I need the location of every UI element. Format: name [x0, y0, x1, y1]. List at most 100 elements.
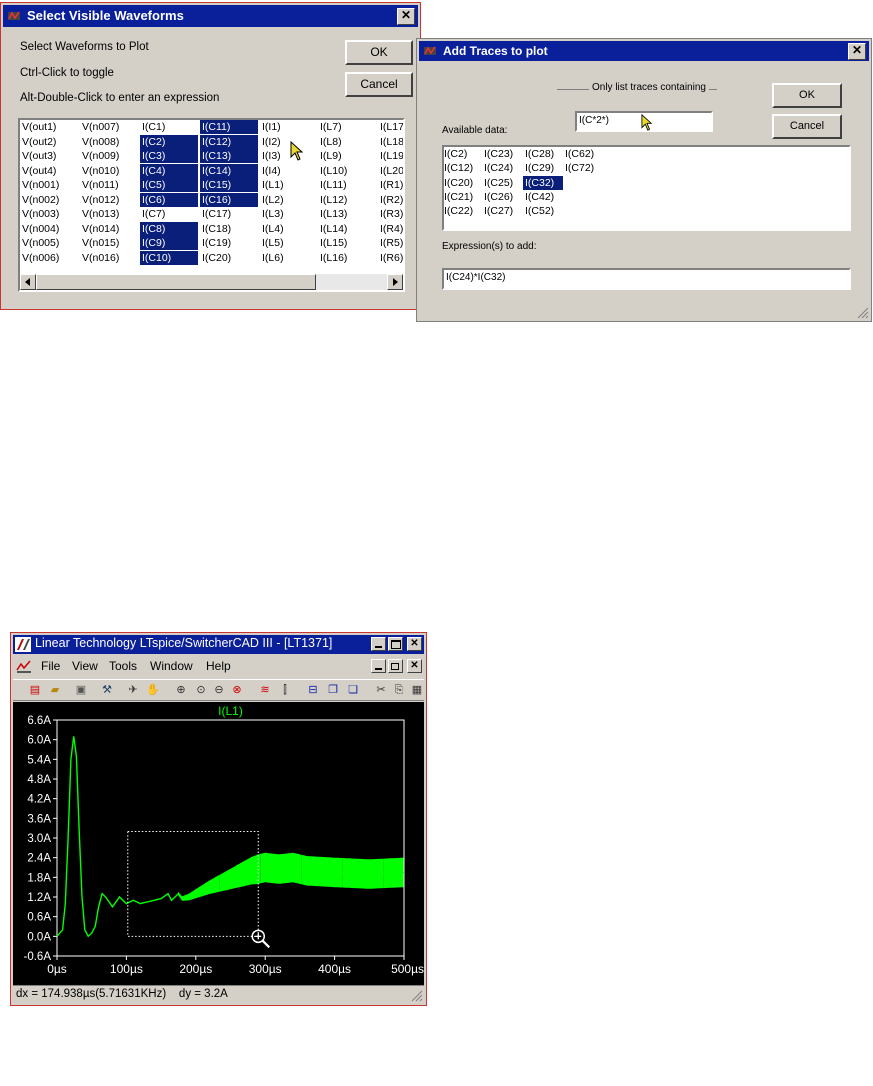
trace-item[interactable]: I(C28): [523, 147, 563, 161]
trace-item[interactable]: I(L16): [318, 251, 376, 265]
trace-item[interactable]: I(C62): [563, 147, 603, 161]
trace-item[interactable]: I(L11): [318, 178, 376, 192]
menu-view[interactable]: View: [72, 656, 98, 676]
close-all-icon[interactable]: ❏: [345, 682, 361, 698]
trace-item[interactable]: V(n016): [80, 251, 138, 265]
trace-item[interactable]: I(C2): [444, 147, 482, 161]
trace-item[interactable]: I(R5): [378, 236, 403, 250]
trace-item[interactable]: V(n008): [80, 135, 138, 149]
cancel-button[interactable]: Cancel: [772, 114, 842, 139]
trace-item[interactable]: I(L13): [318, 207, 376, 221]
doc-minimize-button[interactable]: [371, 659, 386, 673]
trace-item[interactable]: I(C26): [482, 190, 522, 204]
trace-item[interactable]: I(C72): [563, 161, 603, 175]
zoom-full-icon[interactable]: ⊗: [229, 682, 245, 698]
trace-item[interactable]: I(L19: [378, 149, 403, 163]
trace-item[interactable]: I(C5): [140, 178, 198, 192]
maximize-button[interactable]: [388, 637, 403, 651]
trace-item[interactable]: I(C3): [140, 149, 198, 163]
trace-item[interactable]: V(n009): [80, 149, 138, 163]
trace-item[interactable]: I(C14): [200, 163, 258, 178]
trace-item[interactable]: I(C12): [444, 161, 482, 175]
trace-item[interactable]: I(L12): [318, 193, 376, 207]
trace-item[interactable]: V(out3): [20, 149, 78, 163]
trace-item[interactable]: I(C7): [140, 207, 198, 221]
dialog-titlebar[interactable]: Add Traces to plot ✕: [419, 41, 869, 61]
run-icon[interactable]: ✈: [125, 682, 141, 698]
trace-item[interactable]: V(n012): [80, 193, 138, 207]
scroll-left-button[interactable]: [20, 274, 36, 290]
trace-item[interactable]: I(C6): [140, 192, 198, 207]
trace-item[interactable]: V(n001): [20, 178, 78, 192]
trace-item[interactable]: I(C13): [200, 149, 258, 163]
trace-item[interactable]: V(n002): [20, 193, 78, 207]
ok-button[interactable]: OK: [345, 40, 413, 65]
trace-item[interactable]: I(R2): [378, 193, 403, 207]
trace-item[interactable]: V(n015): [80, 236, 138, 250]
trace-item[interactable]: V(out4): [20, 164, 78, 178]
trace-item[interactable]: I(C22): [444, 204, 482, 218]
horizontal-scrollbar[interactable]: [20, 274, 403, 290]
trace-item[interactable]: I(C11): [200, 120, 258, 134]
trace-item[interactable]: I(L14): [318, 222, 376, 236]
paste-icon[interactable]: ▦: [409, 682, 425, 698]
ok-button[interactable]: OK: [772, 83, 842, 108]
trace-item[interactable]: I(C9): [140, 236, 198, 250]
resize-grip-icon[interactable]: [411, 990, 423, 1002]
trace-item[interactable]: V(out1): [20, 120, 78, 134]
trace-item[interactable]: V(n007): [80, 120, 138, 134]
zoom-area-icon[interactable]: ⊕: [173, 682, 189, 698]
trace-item[interactable]: I(C10): [140, 250, 198, 265]
trace-item[interactable]: I(L2): [260, 193, 318, 207]
trace-item[interactable]: I(C18): [200, 222, 258, 236]
scroll-right-button[interactable]: [387, 274, 403, 290]
menu-file[interactable]: File: [41, 656, 60, 676]
trace-item[interactable]: I(C1): [140, 120, 198, 134]
new-schematic-icon[interactable]: ▤: [27, 682, 43, 698]
trace-item[interactable]: I(L20: [378, 164, 403, 178]
expression-input[interactable]: I(C24)*I(C32): [442, 268, 851, 290]
trace-item[interactable]: I(R1): [378, 178, 403, 192]
trace-item[interactable]: I(C15): [200, 178, 258, 192]
trace-item[interactable]: I(C20): [200, 251, 258, 265]
trace-item[interactable]: V(n006): [20, 251, 78, 265]
trace-item[interactable]: I(I2): [260, 135, 318, 149]
zoom-out-icon[interactable]: ⊖: [211, 682, 227, 698]
minimize-button[interactable]: [371, 637, 386, 651]
trace-item[interactable]: I(L1): [260, 178, 318, 192]
save-icon[interactable]: ▣: [73, 682, 89, 698]
trace-item[interactable]: I(L9): [318, 149, 376, 163]
trace-item[interactable]: I(C20): [444, 176, 482, 190]
trace-item[interactable]: I(L3): [260, 207, 318, 221]
menu-help[interactable]: Help: [206, 656, 231, 676]
doc-restore-button[interactable]: [388, 659, 403, 673]
trace-item[interactable]: I(C12): [200, 134, 258, 149]
trace-item[interactable]: I(C19): [200, 236, 258, 250]
tile-horizontal-icon[interactable]: ⊟: [305, 682, 321, 698]
trace-item[interactable]: I(L5): [260, 236, 318, 250]
trace-item[interactable]: I(C27): [482, 204, 522, 218]
trace-item[interactable]: V(out2): [20, 135, 78, 149]
trace-item[interactable]: I(L18: [378, 135, 403, 149]
trace-item[interactable]: I(C17): [200, 207, 258, 221]
control-panel-icon[interactable]: ⚒: [99, 682, 115, 698]
trace-item[interactable]: I(C21): [444, 190, 482, 204]
trace-item[interactable]: I(L4): [260, 222, 318, 236]
trace-item[interactable]: V(n005): [20, 236, 78, 250]
trace-item[interactable]: I(I1): [260, 120, 318, 134]
resize-grip-icon[interactable]: [857, 307, 869, 319]
trace-item[interactable]: I(L6): [260, 251, 318, 265]
trace-item[interactable]: I(C23): [482, 147, 522, 161]
plot-settings-icon[interactable]: ⫿: [277, 682, 293, 698]
app-titlebar[interactable]: Linear Technology LTspice/SwitcherCAD II…: [13, 635, 424, 654]
trace-item[interactable]: I(C4): [140, 163, 198, 178]
halt-icon[interactable]: ✋: [145, 682, 161, 698]
trace-item[interactable]: I(C2): [140, 134, 198, 149]
trace-item[interactable]: I(C42): [523, 190, 563, 204]
trace-item[interactable]: V(n003): [20, 207, 78, 221]
menu-window[interactable]: Window: [150, 656, 193, 676]
scroll-thumb[interactable]: [36, 274, 316, 290]
trace-item[interactable]: V(n004): [20, 222, 78, 236]
available-data-list[interactable]: I(C2) I(C12) I(C20) I(C21) I(C22) I(C23) I(C24…: [442, 145, 851, 231]
open-folder-icon[interactable]: ▰: [47, 682, 63, 698]
